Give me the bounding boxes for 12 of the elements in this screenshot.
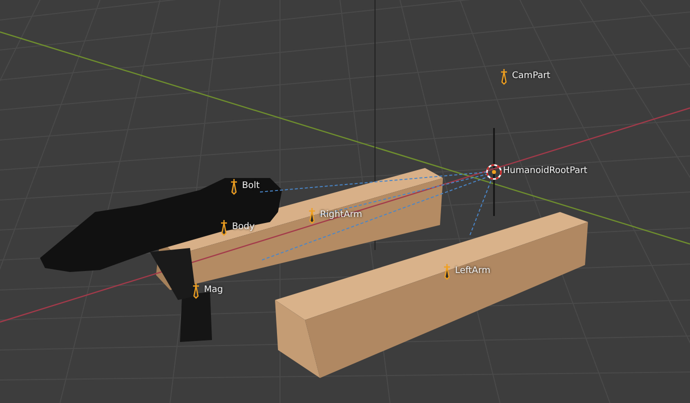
object-label: CamPart [512,71,550,82]
bone-icon [220,219,228,236]
bone-icon [443,263,451,280]
object-label: HumanoidRootPart [503,166,588,177]
bone-icon [308,207,316,224]
object-label: LeftArm [455,266,490,277]
bone-icon [192,282,200,299]
bone-icon [230,178,238,195]
bone-icon [500,68,508,85]
3d-cursor-icon [485,163,503,181]
object-label: Mag [204,285,223,296]
object-label: Bolt [242,181,260,192]
